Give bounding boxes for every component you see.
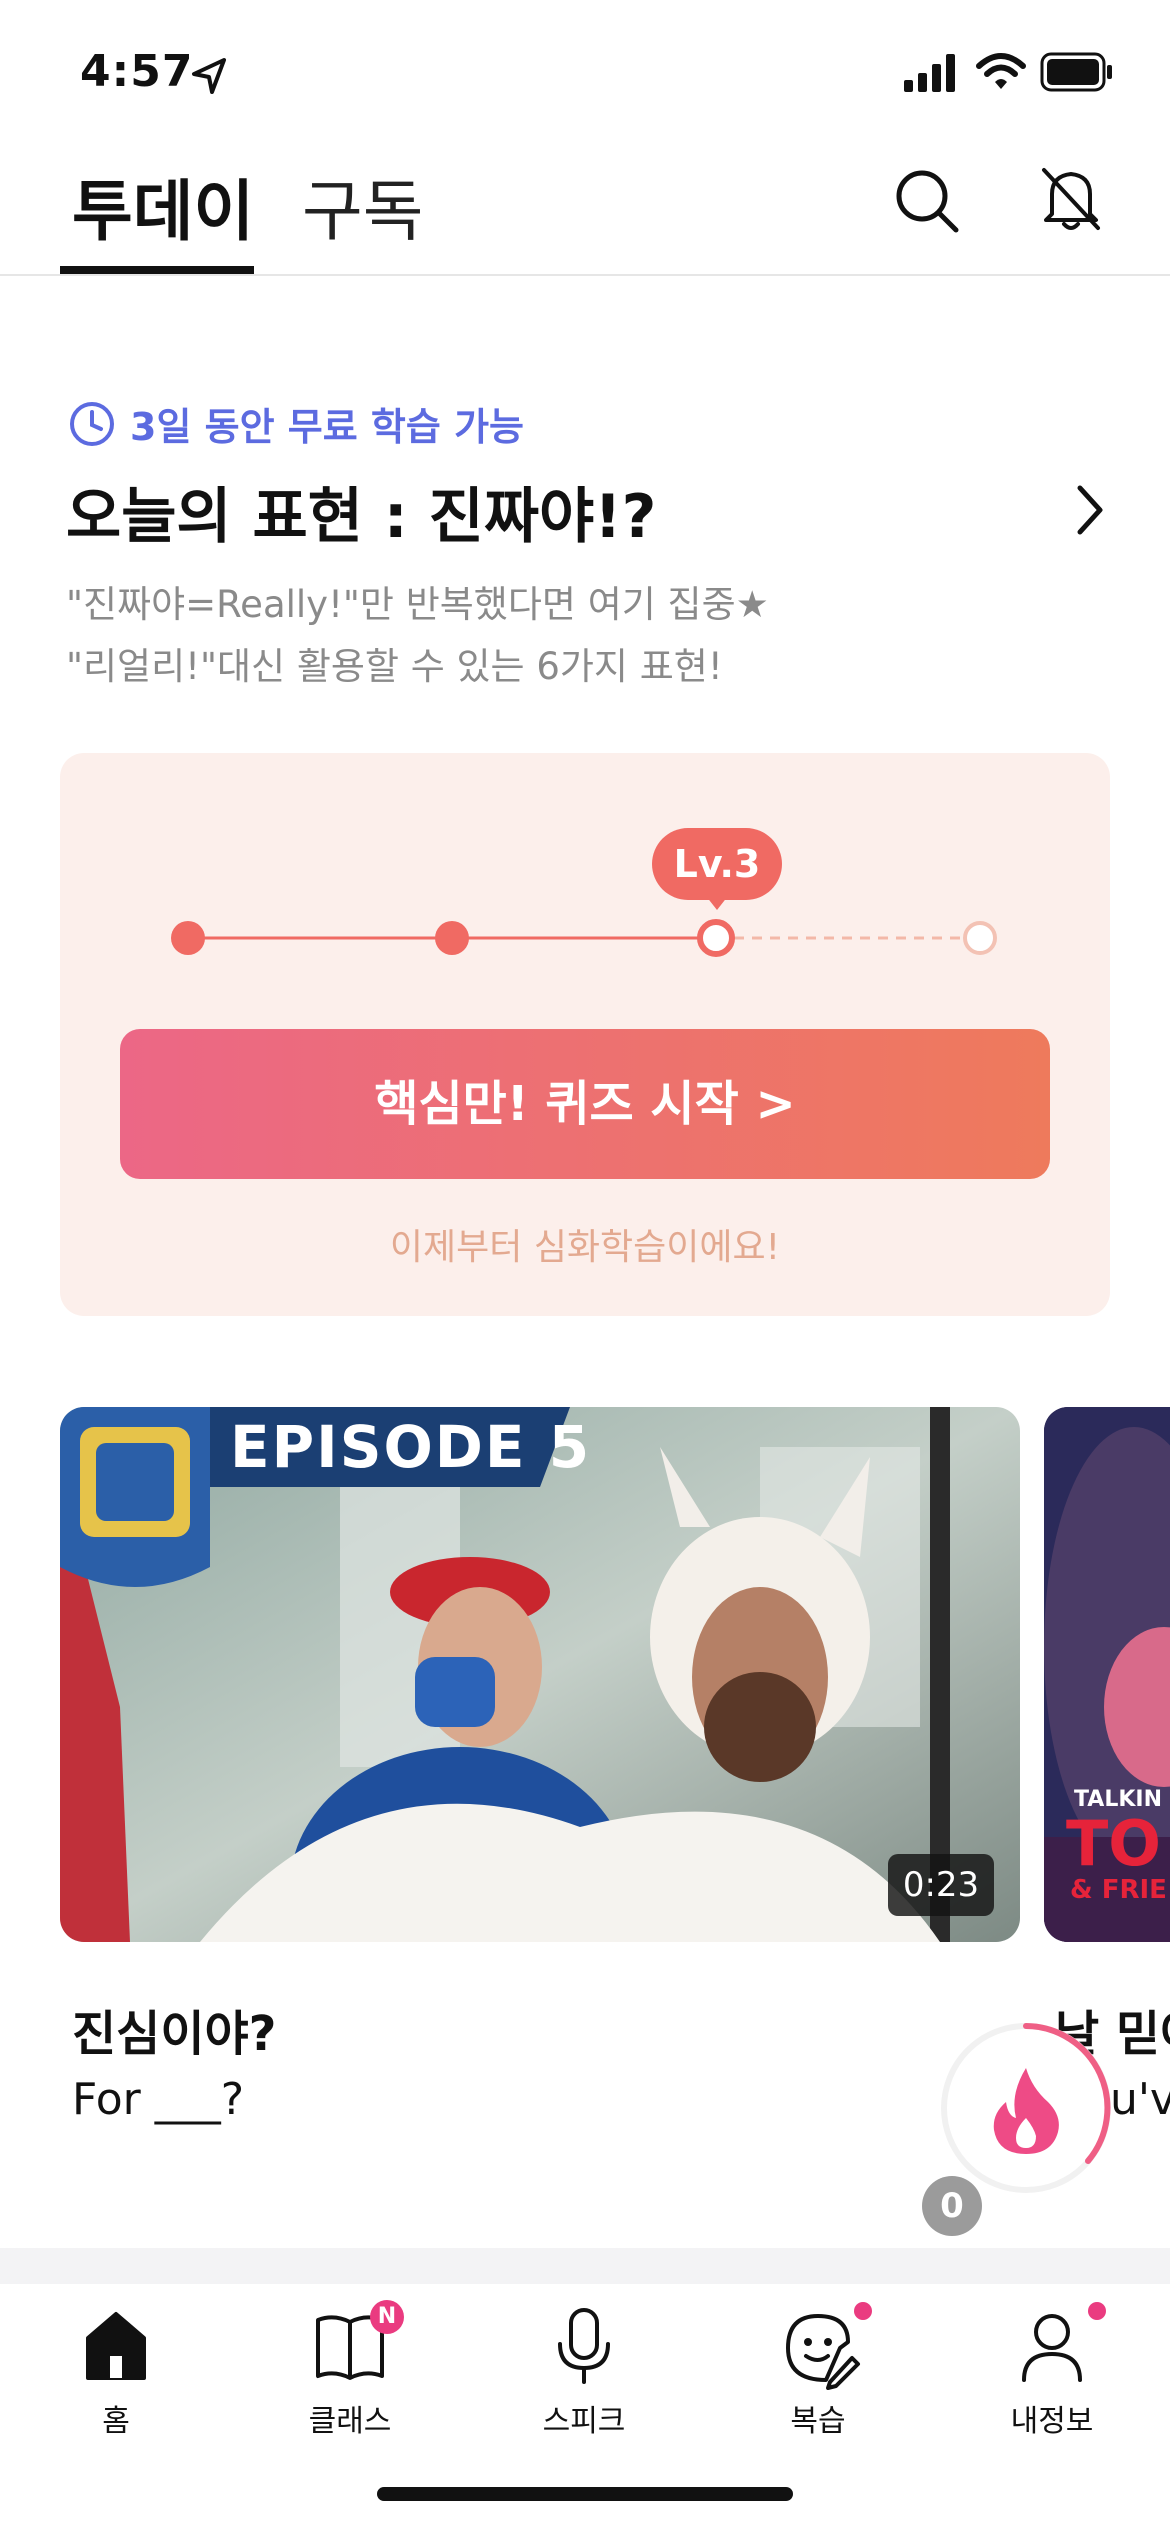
status-bar: 4:57 [0, 0, 1170, 130]
nav-speak[interactable]: 스피크 [504, 2300, 664, 2440]
free-trial-text: 3일 동안 무료 학습 가능 [130, 405, 524, 449]
class-new-badge: N [370, 2300, 404, 2334]
video-thumbnail[interactable]: EPISODE 5 [60, 1407, 1020, 1942]
tab-subscribe[interactable]: 구독 [302, 158, 423, 254]
talking-tom-logo-line2: TO [1066, 1807, 1161, 1880]
book-icon [316, 2315, 384, 2380]
level-progress-track [171, 919, 997, 957]
status-time: 4:57 [80, 46, 194, 97]
streak-widget[interactable] [936, 2018, 1116, 2198]
start-quiz-button[interactable]: 핵심만! 퀴즈 시작 > [120, 1029, 1050, 1179]
location-arrow-icon [192, 58, 226, 94]
video-title[interactable]: 진심이야? [72, 1994, 276, 2064]
review-icon [786, 2314, 860, 2390]
level-4-node [963, 921, 997, 955]
bell-off-icon[interactable] [1038, 164, 1104, 234]
clock-icon [70, 401, 114, 446]
expression-description-line2: "리얼리!"대신 활용할 수 있는 6가지 표현! [66, 645, 723, 688]
level-3-node-current [697, 919, 735, 957]
active-tab-indicator [60, 266, 254, 274]
nav-profile[interactable]: 내정보 [972, 2300, 1132, 2440]
chevron-right-icon[interactable] [1072, 482, 1108, 538]
nav-profile-label: 내정보 [1010, 2404, 1094, 2439]
nav-class-label: 클래스 [308, 2404, 392, 2439]
home-indicator [377, 2487, 793, 2501]
nav-review-label: 복습 [790, 2404, 846, 2439]
video-subtitle: For ___? [72, 2074, 245, 2125]
cellular-signal-icon [904, 54, 955, 92]
level-badge: Lv.3 [652, 828, 782, 900]
home-icon [86, 2312, 146, 2380]
flame-icon [993, 2068, 1059, 2154]
expression-description-line1: "진짜야=Really!"만 반복했다면 여기 집중★ [66, 583, 769, 626]
mic-icon [558, 2308, 610, 2384]
level-2-node [435, 921, 469, 955]
battery-icon [1040, 52, 1112, 92]
wifi-icon [976, 53, 1026, 89]
review-notification-dot [854, 2302, 872, 2320]
episode-banner-text: EPISODE 5 [230, 1413, 592, 1481]
nav-review[interactable]: 복습 [738, 2300, 898, 2440]
free-trial-badge: 3일 동안 무료 학습 가능 [68, 396, 524, 451]
header-divider [0, 274, 1170, 276]
video-duration: 0:23 [888, 1854, 994, 1916]
nav-speak-label: 스피크 [542, 2404, 626, 2439]
nav-home-label: 홈 [102, 2404, 130, 2439]
quiz-hint-text: 이제부터 심화학습이에요! [389, 1227, 781, 1268]
level-1-node [171, 921, 205, 955]
profile-notification-dot [1088, 2302, 1106, 2320]
bottom-nav-separator [0, 2248, 1170, 2284]
profile-icon [1022, 2314, 1082, 2382]
expression-title[interactable]: 오늘의 표현 : 진짜야!? [66, 468, 656, 555]
video-thumbnail-image [60, 1407, 1020, 1942]
nav-home[interactable]: 홈 [36, 2300, 196, 2440]
streak-count-badge: 0 [922, 2176, 982, 2236]
talking-tom-logo-line3: & FRIE [1070, 1875, 1167, 1905]
next-video-thumbnail[interactable]: TALKIN TO & FRIE [1044, 1407, 1170, 1942]
level-badge-pointer [706, 896, 728, 910]
search-icon[interactable] [894, 168, 960, 234]
tab-today[interactable]: 투데이 [72, 158, 254, 254]
nav-class[interactable]: N 클래스 [270, 2300, 430, 2440]
